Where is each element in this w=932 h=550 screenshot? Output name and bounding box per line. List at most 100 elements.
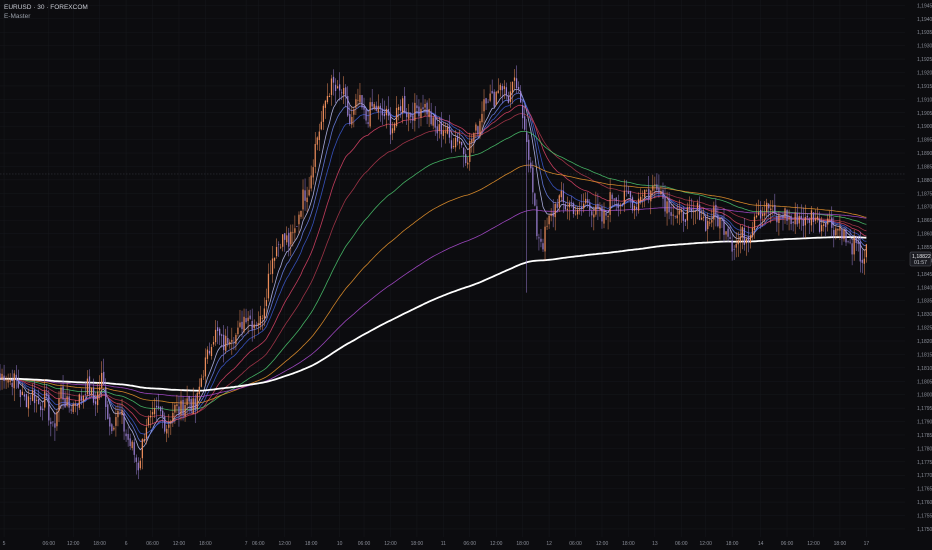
candle-body [103,371,105,385]
candle-body [493,91,495,107]
candle-body [690,208,693,212]
indicator-name[interactable]: E-Master [4,13,30,20]
time-tick-label: 12 [546,541,552,547]
candle-body [277,244,280,246]
candle-body [296,226,298,227]
candle-body [40,406,42,411]
candle-body [835,228,837,236]
candle-body [86,378,89,395]
candle-body [184,404,186,417]
candle-body [438,124,440,132]
candle-body [17,380,19,388]
candle-body [402,98,404,113]
candle-body [381,108,383,116]
candle-body [343,88,345,95]
candle-body [800,215,802,220]
candle-body [668,199,670,213]
candle-body [324,100,327,108]
candle-body [377,105,379,113]
candle-body [672,214,674,216]
time-tick-label: 12:00 [596,541,609,547]
last-price-label: 1,18822 01:57 [909,251,932,267]
candle-body [509,91,512,102]
candle-body [642,195,644,196]
candle-body [522,105,524,119]
candle-body [711,220,713,223]
time-tick-label: 18:00 [516,541,529,547]
candle-body [556,204,558,208]
candle-body [770,208,772,210]
candle-body [778,214,780,223]
candle-body [863,258,865,264]
candle-body [117,410,119,418]
candle-body [487,101,489,103]
candle-body [422,107,424,110]
candle-body [389,114,392,135]
candle-body [363,105,365,110]
candle-body [725,231,727,235]
candle-body [831,217,833,228]
candle-body [560,190,562,198]
candle-body [351,116,353,125]
candle-body [133,442,135,455]
candle-body [434,114,436,128]
price-tick-label: 1,18800 [917,178,932,184]
candle-body [705,217,707,231]
candle-body [837,228,839,231]
candle-body [265,300,268,307]
candle-body [123,412,125,432]
candle-body [782,215,784,219]
candle-body [68,396,70,408]
candle-body [76,404,78,407]
candle-body [162,410,164,417]
candle-body [78,394,80,408]
candle-body [373,104,375,109]
candle-body [322,105,324,122]
candle-body [585,198,587,204]
candle-body [151,412,154,415]
candle-body [101,372,103,388]
symbol-title: EURUSD · 30 · FOREXCOM [4,4,88,11]
candle-body [267,273,270,299]
candle-body [94,401,97,405]
candle-body [255,324,257,326]
candle-body [686,207,689,221]
candle-body [583,203,585,209]
candle-body [316,137,318,145]
time-tick-label: 18:00 [199,541,212,547]
candle-body [125,433,127,437]
time-tick-label: 10 [337,541,343,547]
candle-body [700,217,703,220]
candle-body [755,215,758,218]
candle-body [780,216,782,218]
candle-body [515,78,518,89]
candle-body [534,193,536,206]
candle-body [519,91,522,103]
candle-body [176,404,178,407]
candle-body [192,398,194,414]
candle-body [658,187,660,193]
candle-body [420,108,422,118]
time-tick-label: 12:00 [384,541,397,547]
candle-body [737,239,739,245]
candle-body [414,102,416,121]
candle-body [359,94,361,102]
candle-body [611,194,613,199]
price-tick-label: 1,18100 [917,366,932,372]
candle-body [99,387,101,391]
chart-canvas[interactable]: 1,19450 1,19400 1,19350 1,19300 1,19250 1,192… [0,0,932,550]
candle-body [113,427,115,430]
price-tick-label: 1,17850 [917,433,932,439]
candle-body [410,113,412,117]
candle-body [219,328,221,336]
candle-body [530,162,532,169]
candle-body [308,189,310,196]
candle-body [615,197,617,202]
time-tick-label: 18:00 [305,541,318,547]
candle-body [829,216,831,218]
candle-body [757,212,760,216]
candle-body [206,349,209,359]
candle-body [528,139,530,160]
candle-body [80,396,82,401]
candle-body [190,399,192,412]
